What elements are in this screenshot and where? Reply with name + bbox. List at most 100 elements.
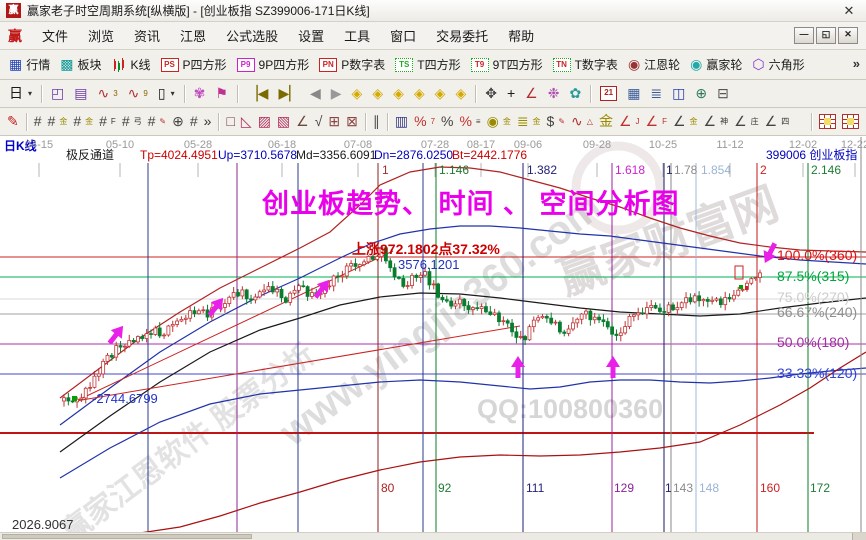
- gann-pen-grid-button[interactable]: #✎: [145, 113, 170, 130]
- sectors-button[interactable]: ▩板块: [55, 55, 106, 74]
- calendar-button[interactable]: 21: [595, 85, 622, 102]
- gann-grid-plain-button[interactable]: #: [187, 113, 201, 130]
- pct-lines-button[interactable]: %≡: [456, 113, 483, 130]
- rect-tool-button[interactable]: □: [223, 113, 237, 130]
- fan-box-1-button[interactable]: ▨: [255, 113, 274, 130]
- grid-box-1-button[interactable]: ⊞: [325, 113, 343, 130]
- horizontal-scrollbar[interactable]: [0, 532, 866, 540]
- shen-angle-button[interactable]: ∠神: [701, 113, 732, 130]
- fan-lines-button[interactable]: ◺: [238, 113, 255, 130]
- draw-pen-button[interactable]: ✎: [4, 113, 22, 130]
- menu-4[interactable]: 江恩: [170, 23, 216, 48]
- first-page-button[interactable]: ▕◀: [242, 85, 274, 102]
- winner-wheel-button[interactable]: ◉赢家轮: [685, 55, 747, 74]
- period-daily-button[interactable]: 日▾: [4, 85, 37, 102]
- toolbar-overflow-chevron[interactable]: »: [853, 56, 860, 71]
- menu-3[interactable]: 资讯: [124, 23, 170, 48]
- gann-wheel-button[interactable]: ◉江恩轮: [623, 55, 685, 74]
- cycle-diamond-x-button[interactable]: ◈: [409, 85, 430, 102]
- menu-7[interactable]: 工具: [334, 23, 380, 48]
- kline-button[interactable]: K线: [107, 55, 156, 74]
- f10-info-button[interactable]: ▤: [69, 85, 92, 102]
- grid-box-2-button[interactable]: ⊠: [343, 113, 361, 130]
- fan-box-2-button[interactable]: ▧: [274, 113, 293, 130]
- grid-box-2-icon: ⊠: [346, 114, 358, 129]
- notepad-button[interactable]: ≣: [645, 85, 667, 102]
- window-close-button[interactable]: ✕: [838, 3, 860, 19]
- chart-large-button[interactable]: ∿9: [123, 85, 153, 102]
- 9p-square-button[interactable]: P99P四方形: [232, 55, 315, 74]
- indicator-up: Up=3710.5678: [218, 149, 297, 162]
- si-angle-button[interactable]: ∠四: [762, 113, 793, 130]
- gold-segment-button[interactable]: 金: [596, 113, 616, 130]
- j-angle-button[interactable]: ∠J: [616, 113, 643, 130]
- cycle-diamond-h-button[interactable]: ◈: [388, 85, 409, 102]
- print-button[interactable]: ⊟: [712, 85, 734, 102]
- p-number-table-button[interactable]: PNP数字表: [314, 55, 390, 74]
- price-table-button[interactable]: ▥: [392, 113, 411, 130]
- gold-lines-button[interactable]: ≣金: [514, 113, 544, 130]
- check-wave-button[interactable]: √: [312, 113, 326, 130]
- parallel-lines-button[interactable]: ∥: [370, 113, 383, 130]
- last-page-button[interactable]: ▶▏: [273, 85, 305, 102]
- hexagon-button[interactable]: ⬡六角形: [747, 55, 809, 74]
- scrollbar-thumb[interactable]: [2, 534, 252, 539]
- toolbar-separator: [184, 85, 185, 103]
- menu-8[interactable]: 窗口: [380, 23, 426, 48]
- percent-button[interactable]: %: [438, 113, 456, 130]
- t-number-table-button[interactable]: TNT数字表: [548, 55, 623, 74]
- menu-9[interactable]: 交易委托: [426, 23, 498, 48]
- menu-2[interactable]: 浏览: [78, 23, 124, 48]
- gann-grid-gong-button[interactable]: #弓: [119, 113, 145, 130]
- chart-small-button[interactable]: ∿3: [92, 85, 122, 102]
- gann-circle-grid-button[interactable]: ⊕: [169, 113, 187, 130]
- cycle-diamond-right-button[interactable]: ◈: [367, 85, 388, 102]
- fib-level-label: 87.5%(315): [777, 269, 849, 284]
- export-button[interactable]: ⊕: [690, 85, 712, 102]
- zone-view-button[interactable]: ◰: [46, 85, 69, 102]
- next-bar-button[interactable]: ▶: [326, 85, 347, 102]
- price-pen-button[interactable]: $✎: [544, 113, 569, 130]
- angle-measure-button[interactable]: ∠: [520, 85, 543, 102]
- gann-grid-button[interactable]: #: [31, 113, 45, 130]
- f-angle-button[interactable]: ∠F: [643, 113, 670, 130]
- gold-angle-button[interactable]: ∠金: [670, 113, 701, 130]
- menu-6[interactable]: 设置: [288, 23, 334, 48]
- prev-bar-button[interactable]: ◀: [305, 85, 326, 102]
- crosshair-button[interactable]: +: [502, 85, 520, 102]
- quotes-button[interactable]: ▦行情: [4, 55, 55, 74]
- pattern-tool-button[interactable]: ✾: [189, 85, 211, 102]
- gann-box-yellow-2-button[interactable]: [839, 113, 862, 130]
- menu-10[interactable]: 帮助: [498, 23, 544, 48]
- gold-circle-button[interactable]: ◉金: [484, 113, 514, 130]
- color-flag-button[interactable]: ⚑: [210, 85, 233, 102]
- menu-5[interactable]: 公式选股: [216, 23, 288, 48]
- gann-grid-f-button[interactable]: #F: [96, 113, 119, 130]
- magnet-tool-button[interactable]: ❉: [543, 85, 565, 102]
- menu-1[interactable]: 文件: [32, 23, 78, 48]
- cycle-diamond-v-button[interactable]: ◈: [430, 85, 451, 102]
- t-square-button[interactable]: TST四方形: [390, 55, 465, 74]
- zhuang-angle-button[interactable]: ∠庄: [731, 113, 762, 130]
- gann-box-yellow-1-button[interactable]: [816, 113, 839, 130]
- pct-cross-button[interactable]: %7: [411, 113, 438, 130]
- mdi-minimize-button[interactable]: —: [794, 27, 814, 44]
- mdi-restore-button[interactable]: ◱: [816, 27, 836, 44]
- 9t-square-button[interactable]: T99T四方形: [466, 55, 548, 74]
- angle-lines-button[interactable]: ∠: [293, 113, 312, 130]
- candle-style-button[interactable]: ▯▾: [153, 85, 180, 102]
- gann-grid-gold-2-button[interactable]: #金: [70, 113, 96, 130]
- calculator-button[interactable]: ▦: [622, 85, 645, 102]
- gann-pen-grid-icon: #: [148, 114, 156, 129]
- cycle-diamond-left-button[interactable]: ◈: [347, 85, 368, 102]
- save-button[interactable]: ◫: [667, 85, 690, 102]
- mdi-close-button[interactable]: ✕: [838, 27, 858, 44]
- wave-search-button[interactable]: ✿: [564, 85, 586, 102]
- pan-hand-button[interactable]: ✥: [480, 85, 502, 102]
- gann-grid-gold-1-button[interactable]: #金: [45, 113, 71, 130]
- cycle-diamond-all-button[interactable]: ◈: [450, 85, 471, 102]
- calendar-icon: 21: [600, 86, 617, 101]
- p-square-button[interactable]: PSP四方形: [156, 55, 232, 74]
- wave-triangle-button[interactable]: ∿△: [568, 113, 596, 130]
- more-gann-tools-button[interactable]: »: [201, 113, 215, 130]
